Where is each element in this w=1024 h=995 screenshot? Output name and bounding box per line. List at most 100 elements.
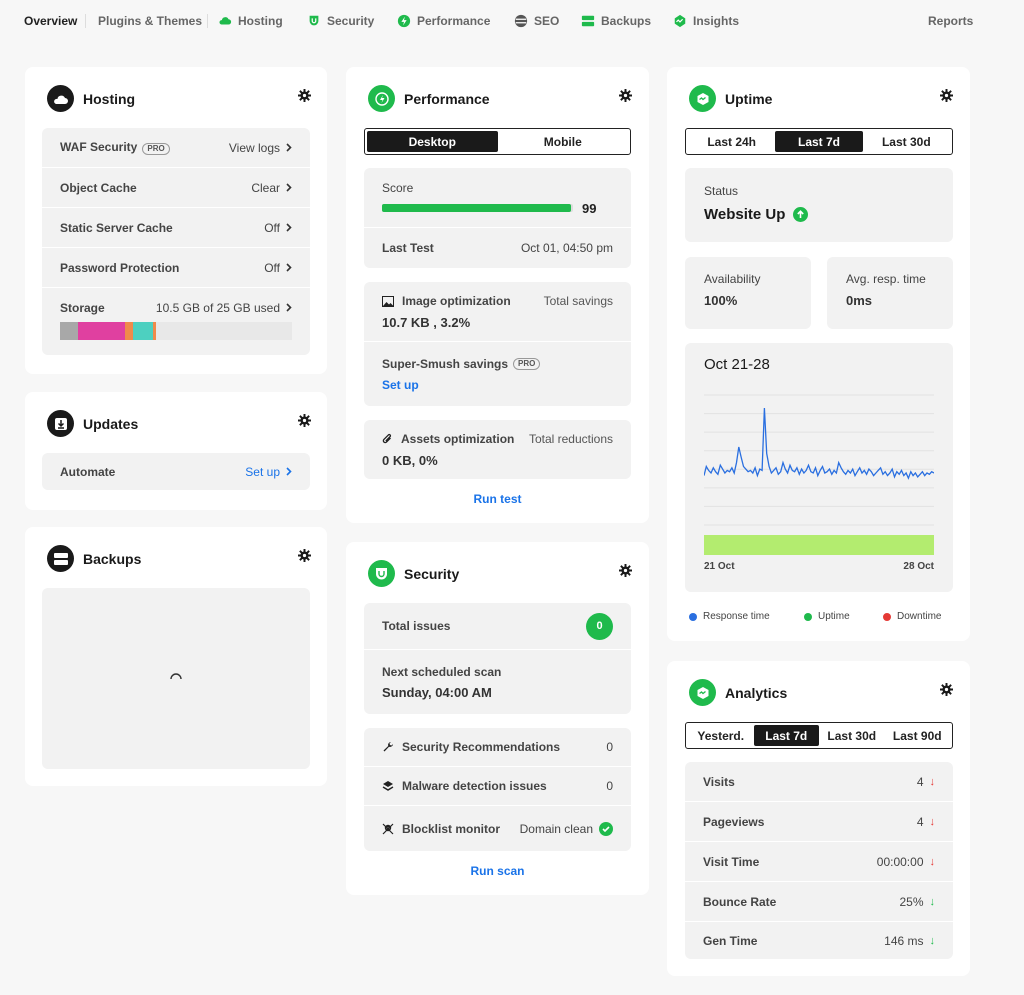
- legend-uptime: Uptime: [804, 611, 850, 622]
- tab-desktop[interactable]: Desktop: [367, 131, 498, 152]
- last-test-row: Last Test Oct 01, 04:50 pm: [364, 228, 631, 268]
- nav-overview[interactable]: Overview: [24, 14, 77, 28]
- tab-yesterday[interactable]: Yesterd.: [688, 725, 754, 746]
- password-protection-value[interactable]: Off: [264, 261, 292, 275]
- security-recommendations-count: 0: [606, 740, 613, 754]
- tab-last-30d[interactable]: Last 30d: [819, 725, 885, 746]
- nav-seo[interactable]: SEO: [514, 14, 559, 28]
- assets-optimization-section: Assets optimization Total reductions 0 K…: [364, 420, 631, 479]
- availability-value: 100%: [704, 293, 738, 308]
- layers-icon: [382, 781, 394, 791]
- nav-security-label: Security: [327, 14, 375, 28]
- last-test-value: Oct 01, 04:50 pm: [520, 241, 613, 255]
- nav-backups-label: Backups: [601, 14, 652, 28]
- gear-icon[interactable]: [298, 549, 311, 562]
- loading-spinner-icon: [170, 673, 182, 680]
- static-server-cache-value[interactable]: Off: [264, 221, 292, 235]
- pageviews-value-wrap: 4 ↓: [917, 815, 935, 829]
- updates-card: Updates Automate Set up: [25, 392, 327, 510]
- gear-icon[interactable]: [298, 89, 311, 102]
- tab-last-24h[interactable]: Last 24h: [688, 131, 775, 152]
- security-overview-section: Total issues 0 Next scheduled scan Sunda…: [364, 603, 631, 714]
- automate-setup-link[interactable]: Set up: [245, 465, 292, 479]
- nav-insights-label: Insights: [693, 14, 740, 28]
- clear-cache-link[interactable]: Clear: [251, 181, 292, 195]
- super-smush-setup-link[interactable]: Set up: [382, 378, 419, 392]
- gear-icon[interactable]: [940, 683, 953, 696]
- malware-detection-count: 0: [606, 779, 613, 793]
- image-icon: [382, 295, 394, 307]
- device-toggle: Desktop Mobile: [364, 128, 631, 155]
- chevron-right-icon: [286, 303, 292, 312]
- chart-grid: [704, 394, 934, 526]
- gen-time-label: Gen Time: [703, 933, 758, 948]
- password-protection-label: Password Protection: [60, 260, 180, 275]
- storage-bar: [60, 322, 292, 340]
- legend-downtime-label: Downtime: [897, 611, 942, 622]
- tab-last-30d[interactable]: Last 30d: [863, 131, 950, 152]
- backups-icon: [581, 15, 595, 27]
- tab-mobile[interactable]: Mobile: [498, 131, 629, 152]
- bounce-rate-value-wrap: 25% ↓: [899, 895, 935, 909]
- security-recommendations-label: Security Recommendations: [402, 740, 561, 754]
- arrow-down-icon: ↓: [929, 855, 936, 868]
- analytics-card: Analytics Yesterd. Last 7d Last 30d Last…: [667, 661, 970, 976]
- uptime-range-toggle: Last 24h Last 7d Last 30d: [685, 128, 953, 155]
- nav-reports[interactable]: Reports: [928, 14, 973, 28]
- uptime-card: Uptime Last 24h Last 7d Last 30d Status …: [667, 67, 970, 641]
- gear-icon[interactable]: [619, 89, 632, 102]
- chevron-right-icon: [286, 263, 292, 272]
- gear-icon[interactable]: [940, 89, 953, 102]
- storage-value[interactable]: 10.5 GB of 25 GB used: [156, 301, 292, 315]
- score-bar: [382, 204, 573, 212]
- nav-plugins-themes[interactable]: Plugins & Themes: [98, 14, 202, 28]
- status-label: Status: [704, 184, 739, 198]
- waf-security-row[interactable]: WAF Security PRO View logs: [42, 128, 310, 167]
- object-cache-row[interactable]: Object Cache Clear: [42, 168, 310, 207]
- nav-performance[interactable]: Performance: [397, 14, 490, 28]
- visit-time-label: Visit Time: [703, 854, 760, 869]
- seo-icon: [514, 14, 528, 28]
- visit-time-value-wrap: 00:00:00 ↓: [877, 855, 935, 869]
- uptime-title: Uptime: [725, 90, 773, 107]
- view-logs-link[interactable]: View logs: [229, 141, 292, 155]
- password-protection-row[interactable]: Password Protection Off: [42, 248, 310, 287]
- visits-label: Visits: [703, 774, 735, 789]
- security-recommendations-row[interactable]: Security Recommendations 0: [364, 728, 631, 766]
- availability-label: Availability: [704, 272, 761, 286]
- super-smush-label: Super-Smush savings: [382, 357, 509, 371]
- performance-icon: [397, 14, 411, 28]
- tab-last-7d[interactable]: Last 7d: [775, 131, 863, 152]
- automate-row[interactable]: Automate Set up: [42, 453, 310, 490]
- nav-hosting[interactable]: Hosting: [218, 14, 283, 28]
- paperclip-icon: [382, 433, 392, 444]
- status-section: Status Website Up: [685, 168, 953, 242]
- nav-backups[interactable]: Backups: [581, 14, 651, 28]
- gear-icon[interactable]: [619, 564, 632, 577]
- updates-header: Updates: [47, 410, 138, 437]
- static-server-cache-row[interactable]: Static Server Cache Off: [42, 208, 310, 247]
- static-server-cache-label: Static Server Cache: [60, 220, 173, 235]
- run-test-button[interactable]: Run test: [346, 492, 649, 506]
- visits-value: 4: [916, 774, 924, 789]
- gear-icon[interactable]: [298, 414, 311, 427]
- blocklist-monitor-row[interactable]: Blocklist monitor Domain clean: [364, 806, 631, 851]
- updates-title: Updates: [83, 415, 139, 432]
- legend-downtime: Downtime: [883, 611, 941, 622]
- tab-last-7d[interactable]: Last 7d: [753, 725, 819, 746]
- nav-insights[interactable]: Insights: [673, 14, 739, 28]
- run-scan-button[interactable]: Run scan: [346, 864, 649, 878]
- nav-seo-label: SEO: [534, 14, 560, 28]
- storage-segment-system: [60, 322, 78, 340]
- pro-badge: PRO: [142, 143, 170, 155]
- malware-detection-row[interactable]: Malware detection issues 0: [364, 767, 631, 805]
- analytics-header: Analytics: [689, 679, 787, 706]
- legend-dot: [883, 612, 891, 621]
- image-optimization-heading: Image optimization: [382, 294, 511, 308]
- analytics-range-toggle: Yesterd. Last 7d Last 30d Last 90d: [685, 722, 953, 749]
- skull-icon: [382, 823, 394, 834]
- nav-security[interactable]: Security: [307, 14, 374, 28]
- score-bar-fill: [382, 204, 572, 212]
- security-recommendations-heading: Security Recommendations: [382, 740, 560, 754]
- tab-last-90d[interactable]: Last 90d: [885, 725, 951, 746]
